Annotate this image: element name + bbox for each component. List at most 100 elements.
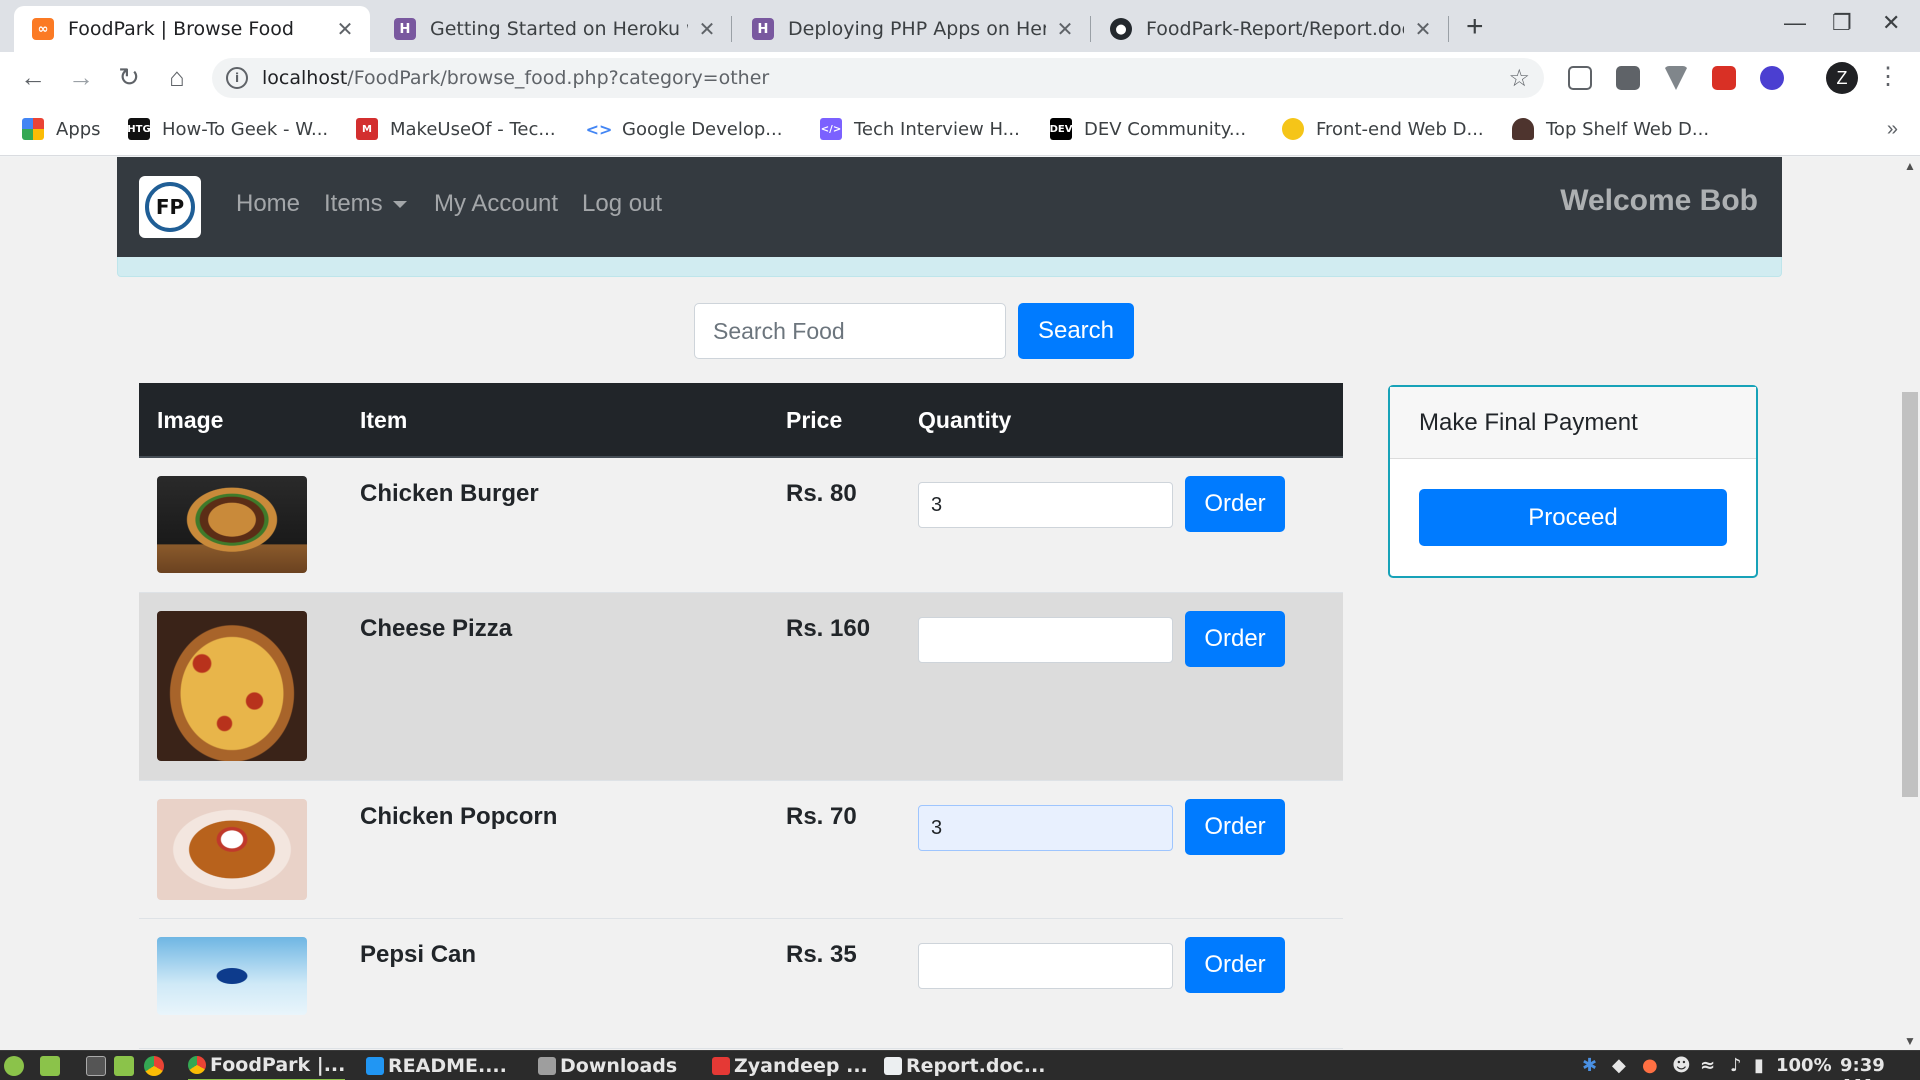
taskbar-label: FoodPark |...	[210, 1054, 346, 1076]
chrome-icon[interactable]	[144, 1056, 164, 1076]
table-row: Chicken Popcorn Rs. 70 Order	[139, 781, 1343, 919]
close-icon[interactable]: ✕	[334, 17, 356, 41]
github-icon: ●	[1110, 18, 1132, 40]
nav-logout[interactable]: Log out	[582, 190, 662, 218]
browser-toolbar: ← → ↻ ⌂ i localhost/FoodPark/browse_food…	[0, 52, 1920, 104]
item-name: Cheese Pizza	[360, 615, 513, 642]
pocket-icon[interactable]	[1568, 66, 1592, 90]
taskbar-item-downloads[interactable]: Downloads	[538, 1051, 677, 1080]
profile-avatar[interactable]: Z	[1826, 62, 1858, 94]
quantity-input[interactable]	[918, 617, 1173, 663]
welcome-message: Welcome Bob	[1560, 184, 1758, 217]
shield-icon[interactable]: ◆	[1612, 1055, 1626, 1076]
volume-icon[interactable]: ♪	[1730, 1055, 1742, 1076]
taskbar-item-readme[interactable]: README....	[366, 1051, 507, 1080]
food-table: Image Item Price Quantity Chicken Burger…	[139, 383, 1343, 1049]
order-button[interactable]: Order	[1185, 476, 1285, 532]
grammarly-icon[interactable]	[1760, 66, 1784, 90]
close-icon[interactable]: ✕	[696, 17, 718, 41]
taskbar-item-foodpark[interactable]: FoodPark |...	[188, 1051, 346, 1080]
frontend-icon	[1282, 118, 1304, 140]
address-bar[interactable]: i localhost/FoodPark/browse_food.php?cat…	[212, 58, 1544, 98]
battery-icon[interactable]: ▮	[1754, 1055, 1764, 1076]
quantity-input[interactable]	[918, 805, 1173, 851]
minimize-icon[interactable]: —	[1784, 10, 1806, 36]
folder-icon	[538, 1057, 556, 1075]
header-quantity: Quantity	[918, 407, 1012, 433]
scroll-down-icon[interactable]: ▼	[1904, 1034, 1916, 1048]
close-icon[interactable]: ✕	[1412, 17, 1434, 41]
quantity-input[interactable]	[918, 482, 1173, 528]
order-button[interactable]: Order	[1185, 799, 1285, 855]
tab-github-report[interactable]: ● FoodPark-Report/Report.doc ✕	[1092, 6, 1448, 52]
order-button[interactable]: Order	[1185, 937, 1285, 993]
bookmark-top-shelf[interactable]: Top Shelf Web D...	[1512, 118, 1709, 140]
clock[interactable]: 9:39 AM	[1840, 1055, 1920, 1080]
home-icon[interactable]: ⌂	[160, 62, 194, 93]
nav-home[interactable]: Home	[236, 190, 300, 218]
search-button[interactable]: Search	[1018, 303, 1134, 359]
page-scrollbar[interactable]: ▲ ▼	[1900, 157, 1920, 1050]
back-icon[interactable]: ←	[16, 62, 50, 93]
bookmark-star-icon[interactable]: ☆	[1508, 64, 1530, 92]
site-navbar: FP Home Items My Account Log out Welcome…	[117, 157, 1782, 257]
chrome-icon	[188, 1056, 206, 1074]
quantity-input[interactable]	[918, 943, 1173, 989]
bookmark-apps[interactable]: Apps	[22, 118, 101, 140]
bluetooth-icon[interactable]: ✱	[1582, 1055, 1597, 1076]
tab-title: FoodPark | Browse Food	[68, 18, 294, 40]
bookmark-makeuseof[interactable]: M MakeUseOf - Tec...	[356, 118, 556, 140]
bookmark-howtogeek[interactable]: HTG How-To Geek - W...	[127, 118, 328, 140]
foodpark-logo[interactable]: FP	[139, 176, 201, 238]
tab-separator	[1448, 16, 1449, 42]
payment-card: Make Final Payment Proceed	[1388, 385, 1758, 578]
more-bookmarks-icon[interactable]: »	[1887, 118, 1898, 141]
taskbar-item-report[interactable]: Report.doc...	[884, 1051, 1045, 1080]
bookmark-google-developers[interactable]: <> Google Develop...	[586, 118, 783, 140]
bookmark-label: Google Develop...	[622, 118, 783, 140]
tab-heroku-getting-started[interactable]: H Getting Started on Heroku wi ✕	[376, 6, 732, 52]
screenshot-camera-icon[interactable]	[1616, 66, 1640, 90]
taskbar-item-zyandeep[interactable]: Zyandeep ...	[712, 1051, 868, 1080]
wifi-icon[interactable]: ≈	[1700, 1055, 1715, 1076]
bookmark-label: Front-end Web D...	[1316, 118, 1484, 140]
taskbar-label: Downloads	[560, 1055, 678, 1077]
scroll-up-icon[interactable]: ▲	[1904, 159, 1916, 173]
new-tab-icon[interactable]: +	[1466, 10, 1484, 44]
nav-my-account[interactable]: My Account	[434, 190, 558, 218]
reload-icon[interactable]: ↻	[112, 62, 146, 93]
info-icon[interactable]: i	[226, 67, 248, 89]
item-price: Rs. 35	[786, 941, 857, 968]
files-icon[interactable]	[114, 1056, 134, 1076]
close-icon[interactable]: ✕	[1054, 17, 1076, 41]
makeuseof-icon: M	[356, 118, 378, 140]
start-menu-icon[interactable]	[4, 1056, 24, 1076]
search-food-input[interactable]	[694, 303, 1006, 359]
user-icon[interactable]: ☻	[1672, 1055, 1691, 1076]
header-image: Image	[157, 407, 224, 433]
payment-card-title: Make Final Payment	[1390, 387, 1756, 459]
order-button[interactable]: Order	[1185, 611, 1285, 667]
tab-foodpark[interactable]: ∞ FoodPark | Browse Food ✕	[14, 6, 370, 52]
table-row: Pepsi Can Rs. 35 Order	[139, 919, 1343, 1049]
kebab-menu-icon[interactable]: ⋮	[1876, 62, 1900, 91]
update-icon[interactable]: ●	[1642, 1055, 1658, 1076]
window-close-icon[interactable]: ✕	[1882, 10, 1900, 36]
show-desktop-icon[interactable]	[40, 1056, 60, 1076]
top-shelf-icon	[1512, 118, 1534, 140]
battery-percent: 100%	[1776, 1055, 1832, 1076]
nav-items-dropdown[interactable]: Items	[324, 190, 407, 218]
bookmark-frontend-web[interactable]: Front-end Web D...	[1282, 118, 1484, 140]
tab-heroku-php[interactable]: H Deploying PHP Apps on Herol ✕	[734, 6, 1090, 52]
restore-icon[interactable]: ❐	[1832, 10, 1852, 36]
proceed-button[interactable]: Proceed	[1419, 489, 1727, 546]
pdf-extension-icon[interactable]	[1712, 66, 1736, 90]
vue-devtools-icon[interactable]	[1664, 66, 1688, 90]
bookmark-tech-interview[interactable]: </> Tech Interview H...	[820, 118, 1020, 140]
forward-icon[interactable]: →	[64, 62, 98, 93]
scrollbar-thumb[interactable]	[1902, 392, 1918, 797]
item-name: Chicken Popcorn	[360, 803, 558, 830]
item-price: Rs. 80	[786, 480, 857, 507]
bookmark-dev-community[interactable]: DEV DEV Community...	[1050, 118, 1246, 140]
terminal-icon[interactable]	[86, 1056, 106, 1076]
